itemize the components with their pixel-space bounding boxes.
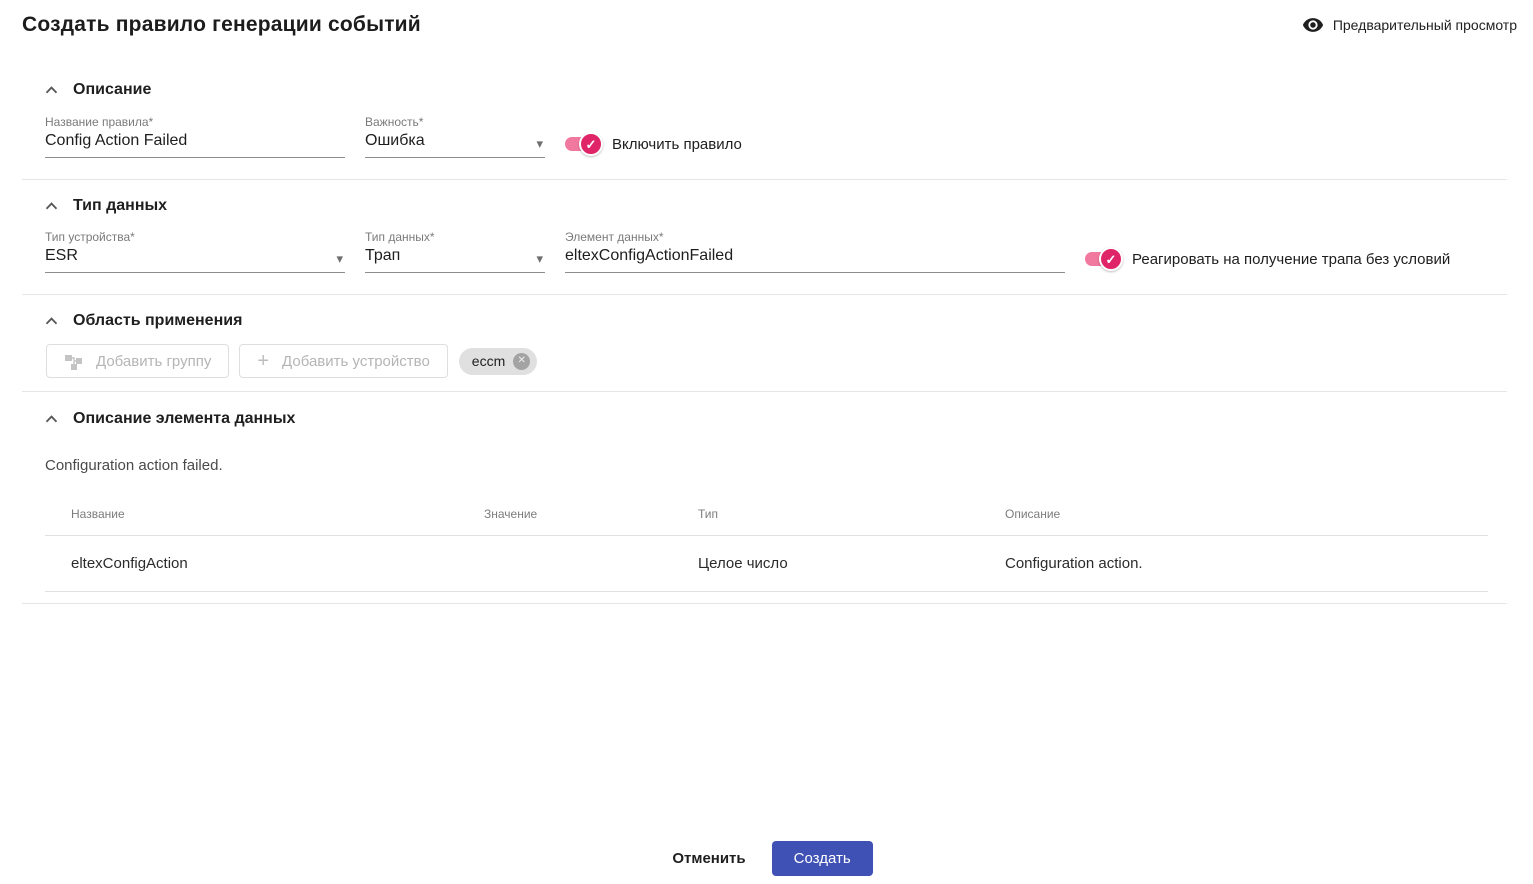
enable-rule-label: Включить правило — [612, 135, 742, 153]
element-description-text: Configuration action failed. — [45, 457, 223, 474]
caret-down-icon: ▾ — [336, 251, 343, 266]
caret-down-icon: ▾ — [536, 251, 543, 266]
severity-value[interactable]: Ошибка — [365, 132, 425, 150]
scope-controls-row: Добавить группу + Добавить устройство ec… — [46, 344, 1533, 378]
cancel-button[interactable]: Отменить — [660, 842, 757, 875]
element-parameters-table: Название Значение Тип Описание eltexConf… — [45, 492, 1488, 592]
section-data-type: Тип данных — [0, 197, 1533, 215]
section-divider — [22, 179, 1507, 180]
data-type-fields-row: Тип устройства* ESR ▾ Тип данных* Трап ▾… — [45, 230, 1533, 273]
cell-description: Configuration action. — [1005, 535, 1488, 592]
add-group-button[interactable]: Добавить группу — [46, 344, 230, 378]
severity-label: Важность* — [365, 115, 424, 129]
create-button[interactable]: Создать — [771, 841, 873, 876]
column-header-description: Описание — [1005, 492, 1488, 536]
section-title-element-description: Описание элемента данных — [73, 410, 296, 427]
check-icon: ✓ — [585, 136, 597, 152]
scope-chip-eccm[interactable]: eccm ✕ — [458, 347, 538, 375]
section-title-data-type: Тип данных — [73, 197, 168, 214]
add-device-label: Добавить устройство — [282, 352, 430, 370]
cell-value — [484, 535, 698, 592]
caret-down-icon: ▾ — [536, 136, 543, 151]
device-type-select[interactable]: Тип устройства* ESR ▾ — [45, 230, 345, 273]
rule-name-label: Название правила* — [45, 115, 154, 129]
section-element-description: Описание элемента данных — [0, 410, 1533, 428]
rule-name-input[interactable]: Config Action Failed — [45, 132, 187, 150]
section-description: Описание — [0, 81, 1533, 99]
eye-icon — [1302, 18, 1323, 32]
data-type-select[interactable]: Тип данных* Трап ▾ — [365, 230, 545, 273]
device-type-value[interactable]: ESR — [45, 247, 78, 265]
trap-no-condition-toggle[interactable]: ✓ Реагировать на получение трапа без усл… — [1085, 247, 1450, 271]
column-header-type: Тип — [698, 492, 1005, 536]
collapse-data-type-icon[interactable] — [44, 199, 58, 213]
table-header-row: Название Значение Тип Описание — [45, 492, 1488, 536]
section-divider — [22, 391, 1507, 392]
data-element-label: Элемент данных* — [565, 230, 664, 244]
chip-label: eccm — [471, 353, 506, 369]
add-group-label: Добавить группу — [96, 352, 212, 370]
topbar: Создать правило генерации событий Предва… — [0, 0, 1533, 37]
section-title-description: Описание — [73, 81, 152, 98]
preview-button[interactable]: Предварительный просмотр — [1302, 14, 1517, 36]
footer-actions: Отменить Создать — [0, 841, 1533, 876]
data-type-label: Тип данных* — [365, 230, 435, 244]
device-type-label: Тип устройства* — [45, 230, 135, 244]
data-element-input[interactable]: eltexConfigActionFailed — [565, 247, 733, 265]
severity-select[interactable]: Важность* Ошибка ▾ — [365, 115, 545, 158]
collapse-element-description-icon[interactable] — [44, 412, 58, 426]
toggle-switch[interactable]: ✓ — [1085, 247, 1123, 271]
section-divider — [22, 294, 1507, 295]
group-tree-icon — [65, 354, 82, 370]
page-title: Создать правило генерации событий — [22, 13, 421, 36]
cell-name: eltexConfigAction — [45, 535, 484, 592]
description-fields-row: Название правила* Config Action Failed В… — [45, 115, 1533, 158]
column-header-value: Значение — [484, 492, 698, 536]
data-type-value[interactable]: Трап — [365, 247, 400, 265]
section-scope: Область применения — [0, 312, 1533, 330]
collapse-scope-icon[interactable] — [44, 314, 58, 328]
create-event-rule-page: Создать правило генерации событий Предва… — [0, 0, 1533, 884]
section-divider — [22, 603, 1507, 604]
section-title-scope: Область применения — [73, 312, 243, 329]
data-element-field[interactable]: Элемент данных* eltexConfigActionFailed — [565, 230, 1065, 273]
column-header-name: Название — [45, 492, 484, 536]
table-row: eltexConfigAction Целое число Configurat… — [45, 535, 1488, 592]
toggle-thumb: ✓ — [579, 132, 603, 156]
plus-icon: + — [257, 350, 270, 372]
trap-no-condition-label: Реагировать на получение трапа без услов… — [1132, 250, 1451, 268]
cell-type: Целое число — [698, 535, 1005, 592]
toggle-switch[interactable]: ✓ — [565, 132, 603, 156]
toggle-thumb: ✓ — [1099, 247, 1123, 271]
preview-label: Предварительный просмотр — [1332, 17, 1517, 33]
rule-name-field[interactable]: Название правила* Config Action Failed — [45, 115, 345, 158]
add-device-button[interactable]: + Добавить устройство — [239, 344, 448, 378]
chip-remove-icon[interactable]: ✕ — [513, 352, 531, 370]
collapse-description-icon[interactable] — [44, 83, 58, 97]
enable-rule-toggle[interactable]: ✓ Включить правило — [565, 132, 742, 156]
check-icon: ✓ — [1105, 251, 1117, 267]
